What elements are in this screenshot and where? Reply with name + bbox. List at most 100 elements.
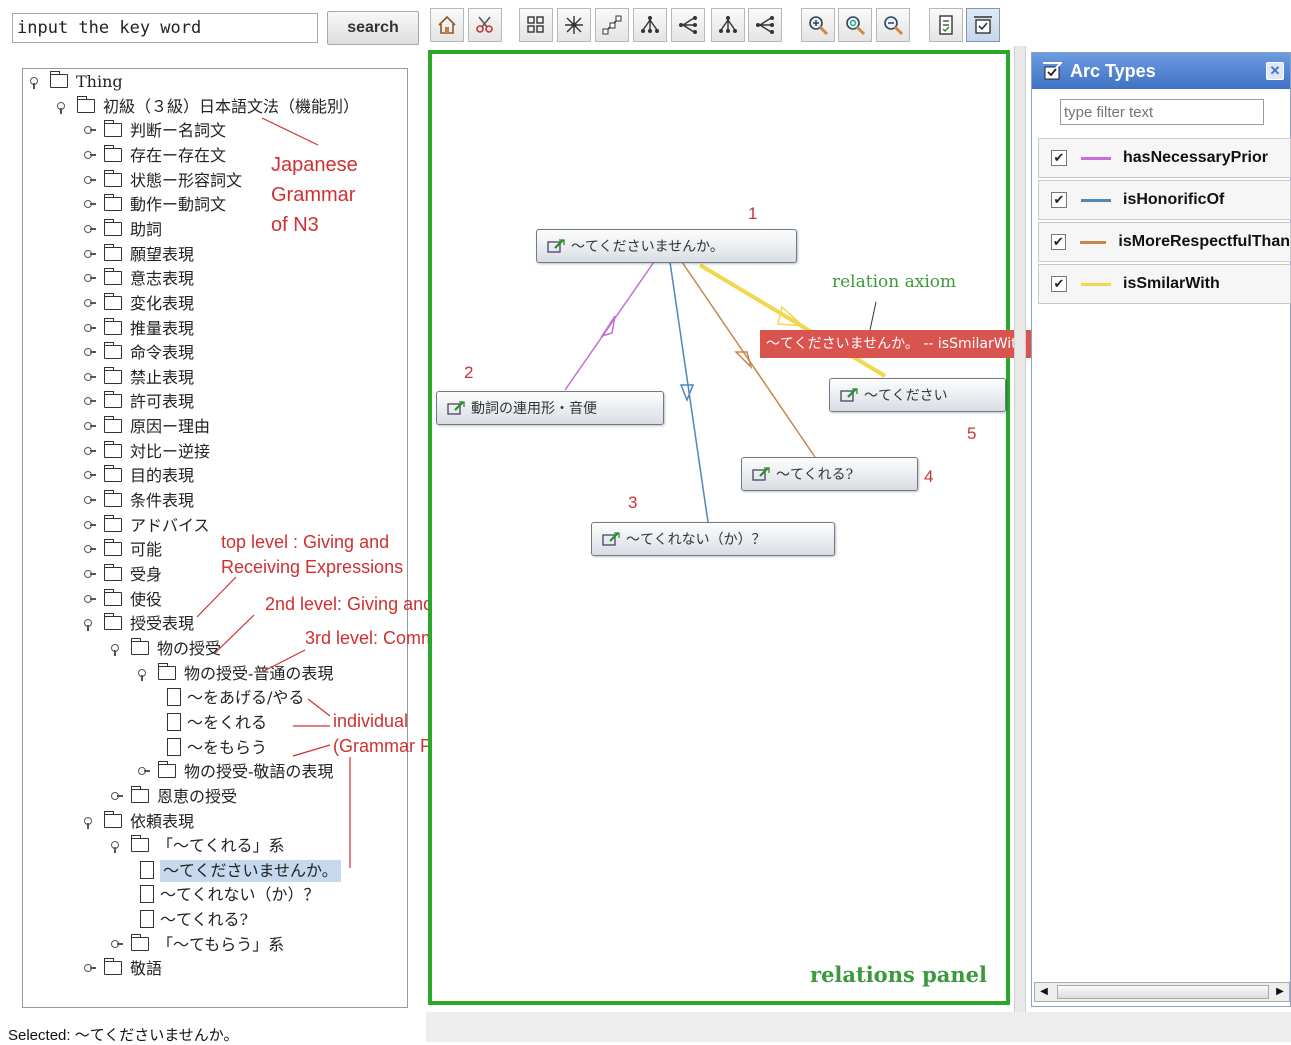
- arc-type-name: isMoreRespectfulThan: [1118, 233, 1290, 250]
- toolbar-button-home[interactable]: [430, 8, 464, 42]
- expand-toggle-icon[interactable]: [84, 422, 96, 430]
- scissors-icon: [476, 16, 493, 33]
- expand-toggle-icon[interactable]: [84, 225, 96, 233]
- arc-type-checkbox[interactable]: ✔: [1051, 276, 1067, 292]
- scrollbar-thumb[interactable]: [1057, 985, 1269, 999]
- expand-toggle-icon[interactable]: [84, 176, 96, 184]
- collapse-toggle-icon[interactable]: [138, 669, 146, 681]
- graph-node-2[interactable]: 動詞の連用形・音便: [436, 391, 664, 425]
- tree-item-label: ～をあげる/やる: [187, 688, 305, 707]
- folder-icon: [103, 194, 122, 211]
- splitter[interactable]: [1014, 46, 1026, 1016]
- collapse-toggle-icon[interactable]: [84, 619, 92, 631]
- node-number-2: 2: [464, 363, 474, 382]
- scroll-right-icon[interactable]: ▶: [1273, 985, 1287, 999]
- arc-type-checkbox[interactable]: ✔: [1051, 150, 1067, 166]
- graph-node-1[interactable]: ～てくださいませんか。: [536, 229, 797, 263]
- search-input[interactable]: [12, 13, 318, 43]
- tree-item-label: 判断ー名詞文: [130, 121, 227, 140]
- expand-toggle-icon[interactable]: [84, 348, 96, 356]
- document-icon: [140, 861, 154, 879]
- toolbar-button-arc-filter-toggle[interactable]: [966, 8, 1000, 42]
- arc-types-header: Arc Types ✕: [1032, 53, 1290, 89]
- arc-type-checkbox[interactable]: ✔: [1051, 234, 1066, 250]
- folder-icon: [103, 244, 122, 261]
- expand-toggle-icon[interactable]: [84, 299, 96, 307]
- collapse-toggle-icon[interactable]: [111, 644, 119, 656]
- expand-toggle-icon[interactable]: [84, 151, 96, 159]
- arc-type-row[interactable]: ✔ hasNecessaryPrior: [1038, 138, 1291, 178]
- individual-node-icon: [547, 239, 565, 253]
- tree-item-label: アドバイス: [130, 516, 210, 535]
- toolbar-button-zoom-reset[interactable]: [838, 8, 872, 42]
- graph-node-5[interactable]: ～てください: [829, 378, 1006, 412]
- arc-type-row[interactable]: ✔ isSmilarWith: [1038, 264, 1291, 304]
- collapse-toggle-icon[interactable]: [111, 841, 119, 853]
- arc-type-checkbox[interactable]: ✔: [1051, 192, 1067, 208]
- collapse-toggle-icon[interactable]: [57, 102, 65, 114]
- expand-toggle-icon[interactable]: [84, 964, 96, 972]
- toolbar-button-scissors[interactable]: [468, 8, 502, 42]
- tree-item-label: ～てくださいませんか。: [160, 860, 341, 882]
- zoom-in-icon: [809, 16, 829, 36]
- tree-item-label: 依頼表現: [130, 812, 195, 831]
- graph-node-3[interactable]: ～てくれない（か）？: [591, 522, 835, 556]
- tree-item-label: 初級（３級）日本語文法（機能別）: [103, 97, 360, 116]
- arc-color-swatch: [1079, 240, 1107, 244]
- tree-item-label: 可能: [130, 540, 163, 559]
- expand-toggle-icon[interactable]: [84, 447, 96, 455]
- arc-type-row[interactable]: ✔ isHonorificOf: [1038, 180, 1291, 220]
- toolbar-button-tree-left-layout[interactable]: [748, 8, 782, 42]
- folder-icon: [130, 835, 149, 852]
- expand-toggle-icon[interactable]: [84, 570, 96, 578]
- document-icon: [140, 910, 154, 928]
- graph-node-4[interactable]: ～てくれる?: [741, 457, 918, 491]
- tree-left-layout-icon: [679, 16, 697, 34]
- tree-item-label: 助詞: [130, 220, 163, 239]
- close-icon[interactable]: ✕: [1266, 62, 1284, 80]
- folder-icon: [103, 490, 122, 507]
- toolbar-button-tree-top-layout[interactable]: [633, 8, 667, 42]
- toolbar-button-zoom-in[interactable]: [801, 8, 835, 42]
- folder-icon: [103, 613, 122, 630]
- annotation-line: Receiving Expressions: [221, 557, 404, 577]
- expand-toggle-icon[interactable]: [138, 767, 150, 775]
- expand-toggle-icon[interactable]: [84, 126, 96, 134]
- tree-left-layout-icon: [756, 16, 774, 34]
- collapse-toggle-icon[interactable]: [84, 817, 92, 829]
- arc-type-name: isSmilarWith: [1123, 275, 1220, 292]
- home-icon: [438, 15, 456, 34]
- toolbar-button-radial-layout[interactable]: [557, 8, 591, 42]
- relation-axiom-label: relation axiom: [832, 272, 957, 292]
- toolbar-button-tree-left-layout[interactable]: [671, 8, 705, 42]
- zoom-out-icon: [884, 16, 904, 36]
- expand-toggle-icon[interactable]: [84, 200, 96, 208]
- toolbar-button-hierarchy-toggle[interactable]: [929, 8, 963, 42]
- arc-filter-input[interactable]: [1060, 99, 1264, 125]
- expand-toggle-icon[interactable]: [84, 471, 96, 479]
- document-icon: [140, 885, 154, 903]
- search-button[interactable]: search: [327, 11, 419, 45]
- expand-toggle-icon[interactable]: [84, 397, 96, 405]
- expand-toggle-icon[interactable]: [84, 373, 96, 381]
- expand-toggle-icon[interactable]: [84, 324, 96, 332]
- arc-type-row[interactable]: ✔ isMoreRespectfulThan: [1038, 222, 1291, 262]
- expand-toggle-icon[interactable]: [84, 545, 96, 553]
- toolbar-button-zoom-out[interactable]: [876, 8, 910, 42]
- scroll-left-icon[interactable]: ◀: [1037, 985, 1051, 999]
- expand-toggle-icon[interactable]: [111, 792, 123, 800]
- horizontal-scrollbar[interactable]: ◀ ▶: [1034, 982, 1290, 1002]
- expand-toggle-icon[interactable]: [84, 521, 96, 529]
- expand-toggle-icon[interactable]: [84, 496, 96, 504]
- tree-item-label: 使役: [130, 590, 163, 609]
- expand-toggle-icon[interactable]: [84, 595, 96, 603]
- expand-toggle-icon[interactable]: [84, 274, 96, 282]
- expand-toggle-icon[interactable]: [84, 250, 96, 258]
- toolbar-button-tree-top-layout[interactable]: [711, 8, 745, 42]
- hierarchy-toggle-icon: [939, 15, 953, 35]
- collapse-toggle-icon[interactable]: [30, 77, 38, 89]
- expand-toggle-icon[interactable]: [111, 940, 123, 948]
- toolbar-button-diagonal-layout[interactable]: [595, 8, 629, 42]
- toolbar-button-grid-layout[interactable]: [519, 8, 553, 42]
- relations-panel-label: relations panel: [810, 962, 987, 987]
